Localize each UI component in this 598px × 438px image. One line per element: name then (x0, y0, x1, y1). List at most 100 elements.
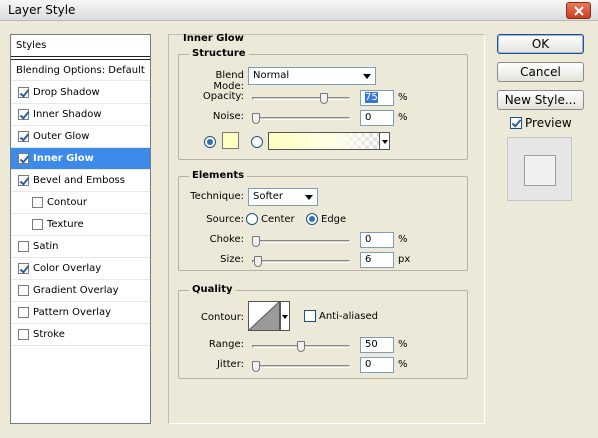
jitter-slider[interactable] (252, 365, 350, 368)
styles-item-label: Contour (47, 197, 87, 208)
source-label: Source: (206, 214, 244, 225)
jitter-slider-handle[interactable] (252, 361, 260, 372)
styles-item-outer-glow[interactable]: Outer Glow (11, 126, 150, 148)
chevron-down-icon (382, 140, 388, 144)
styles-item-checkbox[interactable] (18, 131, 29, 142)
styles-item-label: Texture (47, 219, 84, 230)
chevron-down-icon (282, 315, 288, 319)
styles-item-label: Inner Shadow (33, 109, 102, 120)
styles-item-color-overlay[interactable]: Color Overlay (11, 258, 150, 280)
range-input[interactable]: 50 (360, 337, 394, 353)
noise-unit: % (398, 112, 408, 123)
styles-item-label: Pattern Overlay (33, 307, 112, 318)
anti-aliased-checkbox[interactable] (304, 310, 316, 322)
gradient-dropdown-button[interactable] (379, 132, 390, 150)
preview-thumbnail (507, 137, 572, 201)
window-title: Layer Style (8, 3, 76, 17)
choke-slider-handle[interactable] (252, 236, 260, 247)
contour-curve-icon (249, 302, 279, 330)
panel-title: Inner Glow (183, 33, 244, 44)
gradient-picker[interactable] (268, 132, 380, 150)
styles-item-label: Gradient Overlay (33, 285, 119, 296)
solid-color-radio[interactable] (204, 136, 216, 148)
styles-item-inner-glow[interactable]: Inner Glow (11, 148, 150, 170)
styles-item-checkbox[interactable] (18, 153, 29, 164)
opacity-label: Opacity: (202, 91, 244, 102)
size-slider-handle[interactable] (254, 256, 263, 267)
styles-item-contour[interactable]: Contour (11, 192, 150, 214)
opacity-unit: % (398, 92, 408, 103)
range-label: Range: (208, 339, 244, 350)
styles-item-label: Inner Glow (33, 153, 94, 164)
styles-item-checkbox[interactable] (32, 219, 43, 230)
cancel-button[interactable]: Cancel (497, 62, 584, 82)
styles-item-pattern-overlay[interactable]: Pattern Overlay (11, 302, 150, 324)
new-style-button[interactable]: New Style... (497, 90, 584, 110)
choke-unit: % (398, 234, 408, 245)
styles-header[interactable]: Styles (11, 35, 150, 57)
blending-options-item[interactable]: Blending Options: Default (11, 59, 150, 81)
contour-dropdown-button[interactable] (280, 301, 290, 331)
opacity-slider[interactable] (252, 97, 350, 100)
opacity-slider-handle[interactable] (319, 93, 328, 104)
anti-aliased-label: Anti-aliased (319, 311, 379, 322)
styles-item-checkbox[interactable] (18, 87, 29, 98)
styles-item-checkbox[interactable] (18, 241, 29, 252)
size-input[interactable]: 6 (360, 252, 394, 268)
styles-item-checkbox[interactable] (18, 329, 29, 340)
styles-item-drop-shadow[interactable]: Drop Shadow (11, 82, 150, 104)
chevron-down-icon (305, 195, 313, 200)
styles-item-gradient-overlay[interactable]: Gradient Overlay (11, 280, 150, 302)
preview-label: Preview (525, 116, 572, 130)
range-unit: % (398, 339, 408, 350)
jitter-input[interactable]: 0 (360, 357, 394, 373)
styles-item-inner-shadow[interactable]: Inner Shadow (11, 104, 150, 126)
choke-label: Choke: (209, 234, 244, 245)
styles-item-satin[interactable]: Satin (11, 236, 150, 258)
styles-item-checkbox[interactable] (18, 109, 29, 120)
blend-mode-label: Blend Mode: (213, 70, 244, 92)
noise-slider[interactable] (252, 117, 350, 120)
source-center-label: Center (261, 214, 295, 225)
styles-item-checkbox[interactable] (32, 197, 43, 208)
styles-item-checkbox[interactable] (18, 175, 29, 186)
chevron-down-icon (363, 74, 371, 79)
styles-item-checkbox[interactable] (18, 307, 29, 318)
glow-color-swatch[interactable] (222, 132, 239, 149)
source-center-radio[interactable] (246, 213, 258, 225)
elements-title: Elements (189, 170, 248, 181)
jitter-unit: % (398, 359, 408, 370)
styles-item-label: Stroke (33, 329, 65, 340)
contour-label: Contour: (200, 312, 244, 323)
close-button[interactable] (566, 2, 591, 19)
styles-item-label: Satin (33, 241, 59, 252)
size-unit: px (398, 254, 411, 265)
source-edge-label: Edge (321, 214, 347, 225)
styles-item-label: Color Overlay (33, 263, 102, 274)
styles-item-label: Bevel and Emboss (33, 175, 125, 186)
styles-item-texture[interactable]: Texture (11, 214, 150, 236)
title-bar: Layer Style (0, 0, 598, 21)
choke-input[interactable]: 0 (360, 232, 394, 248)
contour-preview[interactable] (248, 301, 280, 331)
size-slider[interactable] (252, 260, 350, 263)
styles-item-checkbox[interactable] (18, 285, 29, 296)
opacity-input[interactable]: 75 (360, 90, 394, 106)
gradient-radio[interactable] (251, 136, 263, 148)
noise-input[interactable]: 0 (360, 110, 394, 126)
ok-button[interactable]: OK (497, 34, 584, 54)
choke-slider[interactable] (252, 240, 350, 243)
range-slider-handle[interactable] (296, 341, 305, 352)
technique-select[interactable]: Softer (248, 188, 318, 206)
jitter-label: Jitter: (216, 359, 244, 370)
preview-checkbox[interactable] (510, 117, 522, 129)
noise-slider-handle[interactable] (252, 113, 260, 124)
styles-item-stroke[interactable]: Stroke (11, 324, 150, 346)
technique-label: Technique: (190, 191, 244, 202)
styles-item-bevel-and-emboss[interactable]: Bevel and Emboss (11, 170, 150, 192)
close-icon (574, 6, 584, 16)
source-edge-radio[interactable] (306, 213, 318, 225)
blend-mode-select[interactable]: Normal (248, 67, 376, 85)
styles-item-label: Outer Glow (33, 131, 90, 142)
styles-item-checkbox[interactable] (18, 263, 29, 274)
